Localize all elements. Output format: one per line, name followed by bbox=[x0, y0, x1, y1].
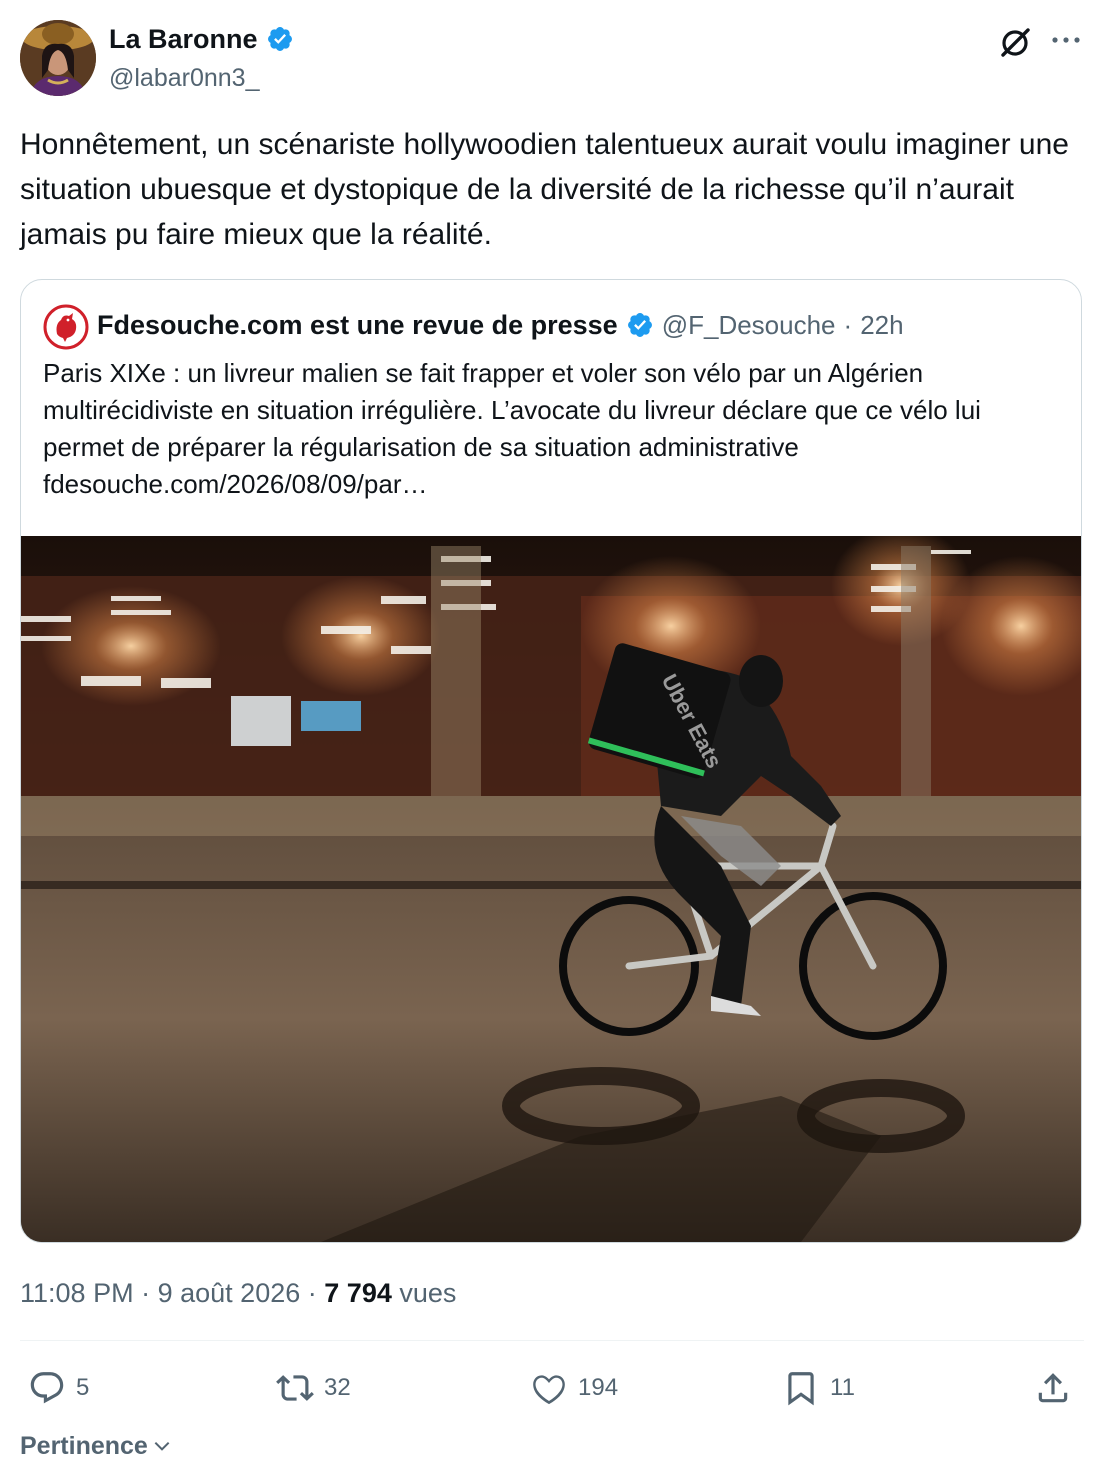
heart-icon bbox=[533, 1375, 565, 1405]
author-avatar[interactable] bbox=[20, 20, 96, 96]
quote-photo[interactable]: Uber Eats bbox=[21, 536, 1081, 1242]
quoted-tweet-card[interactable]: Fdesouche.com est une revue de presse @F… bbox=[20, 279, 1082, 1243]
bookmark-button[interactable]: 11 bbox=[782, 1366, 855, 1410]
tweet-time[interactable]: 11:08 PM bbox=[20, 1278, 134, 1308]
quote-display-name[interactable]: Fdesouche.com est une revue de presse bbox=[97, 306, 618, 344]
sort-label: Pertinence bbox=[20, 1432, 148, 1460]
repost-button[interactable]: 32 bbox=[276, 1366, 351, 1410]
quote-text: Paris XIXe : un livreur malien se fait f… bbox=[43, 358, 981, 499]
reply-icon bbox=[30, 1372, 64, 1404]
verified-badge-icon[interactable] bbox=[266, 25, 294, 53]
views-label: vues bbox=[399, 1278, 457, 1308]
reply-sort-dropdown[interactable]: Pertinence bbox=[20, 1430, 172, 1462]
quote-author-avatar[interactable] bbox=[43, 304, 89, 350]
share-icon bbox=[1038, 1373, 1068, 1403]
like-button[interactable]: 194 bbox=[530, 1366, 618, 1410]
avatar-image bbox=[20, 20, 96, 96]
quote-handle[interactable]: @F_Desouche bbox=[662, 306, 836, 344]
repost-icon bbox=[276, 1375, 314, 1401]
author-handle[interactable]: @labar0nn3_ bbox=[109, 62, 260, 94]
quote-time[interactable]: 22h bbox=[860, 306, 903, 344]
tweet-meta: 11:08 PM · 9 août 2026 · 7 794 vues bbox=[20, 1274, 456, 1312]
repost-count: 32 bbox=[324, 1374, 351, 1401]
author-display-name[interactable]: La Baronne bbox=[109, 22, 258, 56]
delivery-cyclist-photo: Uber Eats bbox=[21, 536, 1081, 1242]
reply-count: 5 bbox=[76, 1374, 90, 1401]
like-count: 194 bbox=[578, 1374, 619, 1401]
reply-button[interactable]: 5 bbox=[28, 1366, 89, 1410]
share-button[interactable] bbox=[1034, 1366, 1072, 1410]
tweet-text: Honnêtement, un scénariste hollywoodien … bbox=[20, 128, 1069, 251]
quote-separator: · bbox=[843, 310, 853, 340]
tweet-date[interactable]: 9 août 2026 bbox=[158, 1278, 301, 1308]
chevron-down-icon bbox=[154, 1441, 170, 1451]
divider bbox=[20, 1340, 1084, 1341]
meta-separator: · bbox=[141, 1278, 151, 1308]
more-options-icon[interactable] bbox=[1046, 22, 1086, 62]
bookmark-icon bbox=[788, 1372, 814, 1406]
author-name-row[interactable]: La Baronne bbox=[109, 22, 294, 56]
grok-icon[interactable] bbox=[995, 22, 1035, 62]
bookmark-count: 11 bbox=[830, 1374, 855, 1401]
quote-verified-badge-icon[interactable] bbox=[626, 311, 654, 339]
quote-header: Fdesouche.com est une revue de presse @F… bbox=[97, 306, 904, 344]
views-count: 7 794 bbox=[324, 1278, 392, 1308]
meta-separator: · bbox=[307, 1278, 317, 1308]
